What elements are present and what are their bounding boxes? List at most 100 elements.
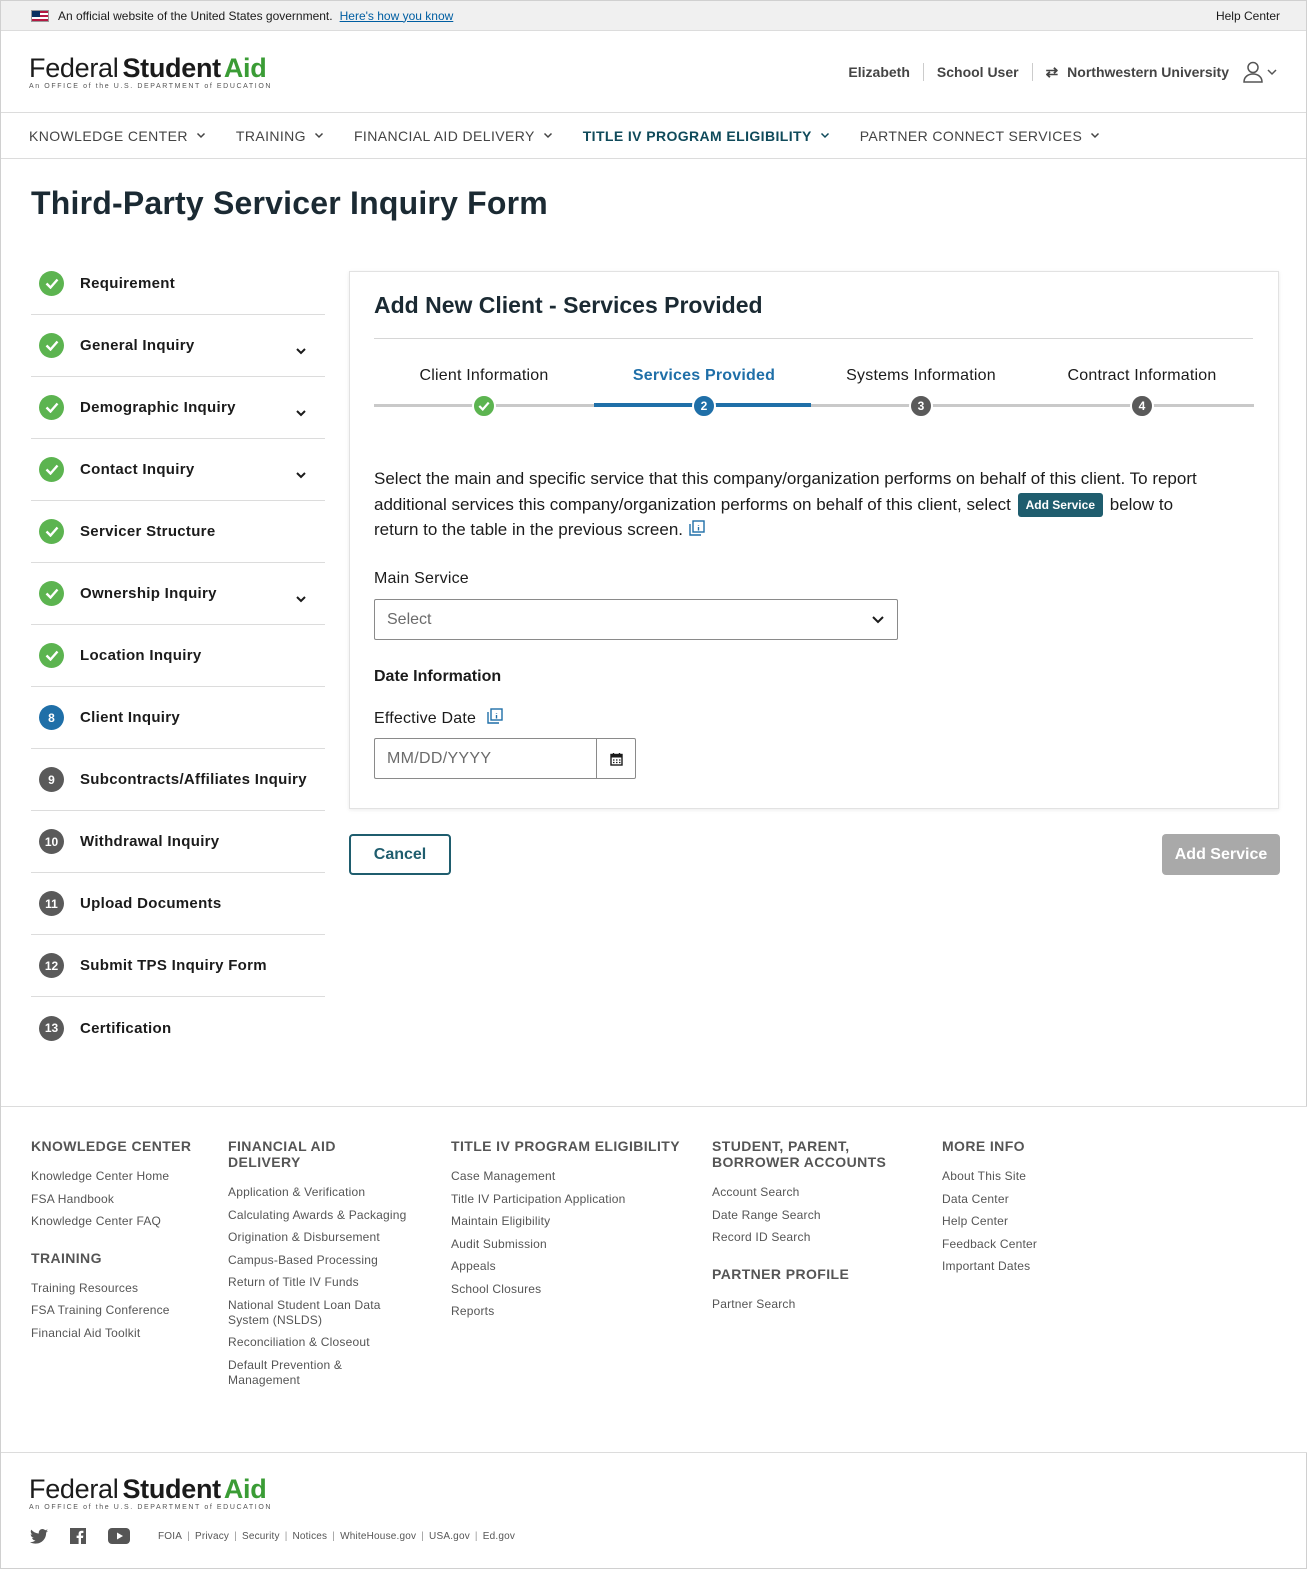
footer-link[interactable]: School Closures: [451, 1282, 681, 1297]
footer-link[interactable]: Partner Search: [712, 1297, 892, 1312]
step-subcontracts-affiliates-inquiry[interactable]: 9 Subcontracts/Affiliates Inquiry: [31, 749, 325, 811]
step-location-inquiry[interactable]: Location Inquiry: [31, 625, 325, 687]
step-contact-inquiry[interactable]: Contact Inquiry: [31, 439, 325, 501]
nav-item-label: PARTNER CONNECT SERVICES: [859, 127, 1083, 144]
footer-link[interactable]: National Student Loan Data System (NSLDS…: [228, 1298, 408, 1328]
legal-link[interactable]: Notices: [293, 1531, 328, 1542]
footer-link[interactable]: Return of Title IV Funds: [228, 1275, 408, 1290]
step-general-inquiry[interactable]: General Inquiry: [31, 315, 325, 377]
add-service-button[interactable]: Add Service: [1162, 834, 1280, 875]
nav-item-training[interactable]: TRAINING: [236, 128, 324, 144]
info-icon[interactable]: [689, 518, 705, 544]
progress-step-dot: 2: [692, 394, 716, 418]
logo-aid: Aid: [223, 1474, 267, 1504]
footer-link[interactable]: Title IV Participation Application: [451, 1192, 681, 1207]
step-requirement[interactable]: Requirement: [31, 253, 325, 315]
footer-link[interactable]: Date Range Search: [712, 1208, 892, 1223]
nav-item-title-iv-program-eligibility[interactable]: TITLE IV PROGRAM ELIGIBILITY: [583, 128, 830, 144]
footer-link[interactable]: About This Site: [942, 1169, 1102, 1184]
footer-link[interactable]: Maintain Eligibility: [451, 1214, 681, 1229]
main-service-select[interactable]: Select: [374, 599, 898, 640]
help-center-link[interactable]: Help Center: [1216, 9, 1280, 23]
footer-link[interactable]: Knowledge Center Home: [31, 1169, 211, 1184]
footer-link[interactable]: Reports: [451, 1304, 681, 1319]
info-icon[interactable]: [487, 708, 503, 729]
youtube-icon[interactable]: [108, 1528, 130, 1544]
footer-heading: STUDENT, PARENT, BORROWER ACCOUNTS: [712, 1138, 887, 1170]
footer-link[interactable]: Record ID Search: [712, 1230, 892, 1245]
step-upload-documents[interactable]: 11 Upload Documents: [31, 873, 325, 935]
us-flag-icon: [31, 9, 49, 22]
footer-col-accounts: STUDENT, PARENT, BORROWER ACCOUNTS Accou…: [712, 1138, 892, 1319]
expand-button[interactable]: [295, 342, 307, 360]
nav-item-knowledge-center[interactable]: KNOWLEDGE CENTER: [29, 128, 206, 144]
footer-link[interactable]: Campus-Based Processing: [228, 1253, 408, 1268]
legal-link[interactable]: Security: [242, 1531, 280, 1542]
step-submit-tps-inquiry-form[interactable]: 12 Submit TPS Inquiry Form: [31, 935, 325, 997]
step-certification[interactable]: 13 Certification: [31, 997, 325, 1059]
fsa-logo[interactable]: Federal Student Aid An OFFICE of the U.S. …: [29, 54, 272, 90]
step-client-inquiry[interactable]: 8 Client Inquiry: [31, 687, 325, 749]
nav-item-financial-aid-delivery[interactable]: FINANCIAL AID DELIVERY: [354, 128, 553, 144]
footer-link[interactable]: Important Dates: [942, 1259, 1102, 1274]
chevron-down-icon: [872, 616, 884, 624]
fsa-logo-footer[interactable]: Federal Student Aid An OFFICE of the U.S. …: [29, 1475, 272, 1511]
twitter-icon[interactable]: [30, 1528, 48, 1544]
step-number: 8: [48, 710, 55, 725]
footer-link[interactable]: Account Search: [712, 1185, 892, 1200]
logo-subtitle: An OFFICE of the U.S. DEPARTMENT of EDUC…: [29, 82, 273, 90]
expand-button[interactable]: [295, 466, 307, 484]
footer-link[interactable]: Help Center: [942, 1214, 1102, 1229]
step-label: Demographic Inquiry: [80, 399, 236, 416]
legal-link[interactable]: FOIA: [158, 1531, 182, 1542]
user-menu-button[interactable]: [1243, 61, 1278, 83]
user-org[interactable]: Northwestern University: [1067, 64, 1229, 80]
footer-link[interactable]: Training Resources: [31, 1281, 211, 1296]
footer-link[interactable]: Calculating Awards & Packaging: [228, 1208, 408, 1223]
legal-link[interactable]: USA.gov: [429, 1531, 470, 1542]
footer-link[interactable]: FSA Training Conference: [31, 1303, 211, 1318]
footer-link[interactable]: Knowledge Center FAQ: [31, 1214, 211, 1229]
user-name[interactable]: Elizabeth: [848, 64, 909, 80]
footer-link[interactable]: Appeals: [451, 1259, 681, 1274]
step-ownership-inquiry[interactable]: Ownership Inquiry: [31, 563, 325, 625]
progress-step-client-information[interactable]: Client Information: [374, 367, 594, 418]
legal-link[interactable]: Ed.gov: [483, 1531, 515, 1542]
footer-link[interactable]: Financial Aid Toolkit: [31, 1326, 211, 1341]
heres-how-you-know-link[interactable]: Here's how you know: [340, 9, 454, 23]
step-demographic-inquiry[interactable]: Demographic Inquiry: [31, 377, 325, 439]
calendar-icon: [609, 752, 623, 766]
footer-link[interactable]: Default Prevention & Management: [228, 1358, 408, 1388]
step-label: Submit TPS Inquiry Form: [80, 957, 267, 974]
footer-link[interactable]: Reconciliation & Closeout: [228, 1335, 408, 1350]
cancel-button[interactable]: Cancel: [349, 834, 451, 875]
footer-link[interactable]: Application & Verification: [228, 1185, 408, 1200]
step-label: Ownership Inquiry: [80, 585, 217, 602]
facebook-icon[interactable]: [70, 1528, 86, 1544]
footer-link[interactable]: Audit Submission: [451, 1237, 681, 1252]
expand-button[interactable]: [295, 590, 307, 608]
legal-link[interactable]: Privacy: [195, 1531, 229, 1542]
date-information-heading: Date Information: [374, 668, 502, 685]
step-complete-icon: [39, 519, 64, 544]
expand-button[interactable]: [295, 404, 307, 422]
switch-org-icon[interactable]: ⇄: [1046, 63, 1059, 81]
effective-date-input[interactable]: MM/DD/YYYY: [374, 738, 596, 779]
legal-link[interactable]: WhiteHouse.gov: [340, 1531, 416, 1542]
chevron-down-icon: [1091, 132, 1100, 139]
footer-link[interactable]: FSA Handbook: [31, 1192, 211, 1207]
step-complete-icon: [39, 271, 64, 296]
step-number-badge: 9: [39, 767, 64, 792]
calendar-button[interactable]: [596, 738, 636, 779]
nav-item-partner-connect-services[interactable]: PARTNER CONNECT SERVICES: [860, 128, 1101, 144]
step-label: Subcontracts/Affiliates Inquiry: [80, 771, 307, 788]
footer-link[interactable]: Data Center: [942, 1192, 1102, 1207]
step-servicer-structure[interactable]: Servicer Structure: [31, 501, 325, 563]
footer-link[interactable]: Case Management: [451, 1169, 681, 1184]
footer-heading: KNOWLEDGE CENTER: [31, 1138, 192, 1154]
chevron-down-icon: [314, 132, 323, 139]
footer-link[interactable]: Origination & Disbursement: [228, 1230, 408, 1245]
footer-link[interactable]: Feedback Center: [942, 1237, 1102, 1252]
chevron-down-icon: [1267, 68, 1277, 75]
step-withdrawal-inquiry[interactable]: 10 Withdrawal Inquiry: [31, 811, 325, 873]
